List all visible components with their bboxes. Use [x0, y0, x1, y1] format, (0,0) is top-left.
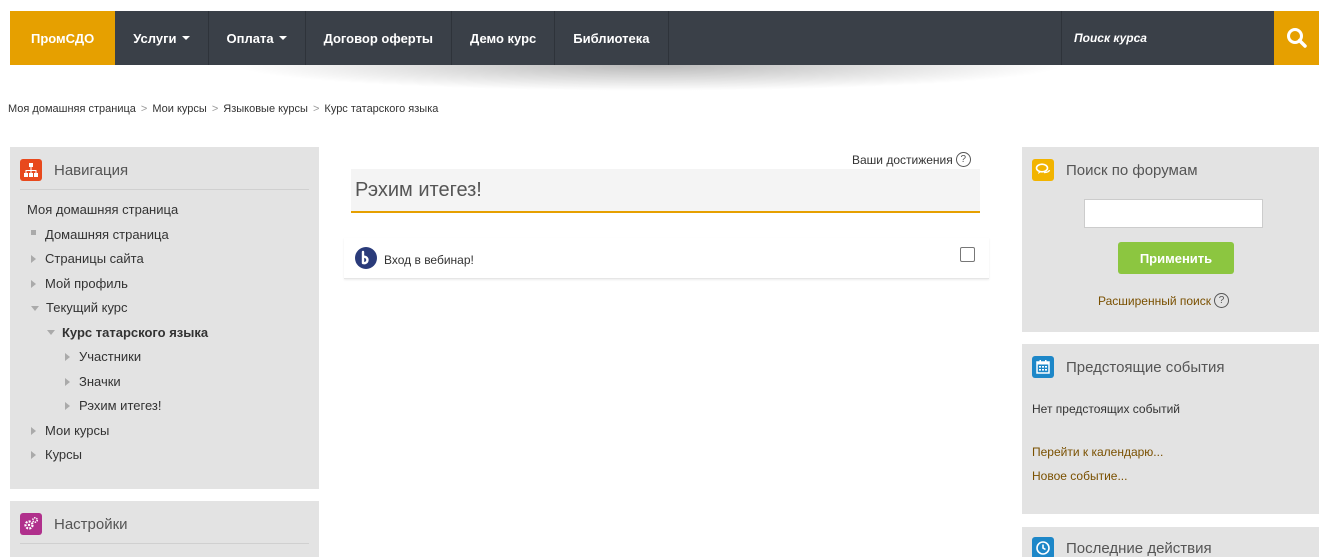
apply-button[interactable]: Применить: [1118, 242, 1234, 274]
breadcrumb-item[interactable]: Мои курсы: [152, 103, 206, 115]
clock-icon: [1032, 537, 1054, 557]
nav-tree-label: Значки: [79, 373, 121, 389]
advanced-search-link[interactable]: Расширенный поиск ?: [1098, 293, 1229, 308]
nav-tree-item[interactable]: Мои курсы: [27, 419, 319, 444]
collapse-arrow-icon: [47, 330, 55, 336]
chat-icon: [1032, 159, 1054, 181]
block-header: Последние действия: [1022, 527, 1319, 557]
nav-tree-item[interactable]: Рэхим итегез!: [27, 394, 319, 419]
nav-tree-label: Моя домашняя страница: [27, 202, 179, 217]
bigbluebutton-icon: [355, 247, 377, 269]
nav-tree-item[interactable]: Текущий курс: [27, 296, 319, 321]
expand-arrow-icon: [31, 426, 36, 435]
activity-link[interactable]: Вход в вебинар!: [384, 253, 474, 267]
block-title: Последние действия: [1066, 539, 1212, 557]
nav-item-dogovor[interactable]: Договор оферты: [306, 11, 453, 65]
search-icon: [1286, 28, 1307, 48]
nav-tree: Моя домашняя страница Домашняя страница …: [10, 190, 319, 468]
nav-tree-item-current-course[interactable]: Курс татарского языка: [27, 321, 319, 346]
new-event-link[interactable]: Новое событие...: [1032, 469, 1127, 483]
nav-tree-label: Мои курсы: [45, 422, 110, 438]
nav-tree-label: Рэхим итегез!: [79, 398, 162, 413]
nav-tree-label: Курсы: [45, 447, 83, 462]
nav-tree-item[interactable]: Участники: [27, 345, 319, 370]
breadcrumb: Моя домашняя страница > Мои курсы > Языковые…: [8, 103, 438, 115]
forum-search-input[interactable]: [1084, 199, 1263, 228]
nav-item-label: Оплата: [226, 30, 274, 46]
nav-tree-item[interactable]: Значки: [27, 370, 319, 395]
sitemap-icon: [20, 159, 42, 181]
caret-down-icon: [181, 36, 190, 40]
no-events-text: Нет предстоящих событий: [1032, 402, 1181, 416]
breadcrumb-separator: >: [312, 103, 320, 115]
nav-tree-label: Текущий курс: [46, 300, 128, 315]
nav-item-uslugi[interactable]: Услуги: [115, 11, 209, 65]
expand-arrow-icon: [65, 353, 70, 362]
activity-webinar[interactable]: Вход в вебинар!: [344, 238, 989, 279]
expand-arrow-icon: [65, 402, 70, 411]
course-search-input[interactable]: Поиск курса: [1061, 11, 1274, 65]
block-header: Настройки: [10, 501, 319, 543]
nav-tree-item[interactable]: Страницы сайта: [27, 247, 319, 272]
nav-item-oplata[interactable]: Оплата: [209, 11, 306, 65]
top-navbar: ПромСДО Услуги Оплата Договор оферты Дем…: [10, 11, 1319, 65]
settings-block: Настройки: [10, 501, 319, 557]
breadcrumb-separator: >: [140, 103, 148, 115]
block-header: Навигация: [10, 147, 319, 189]
nav-tree-label: Страницы сайта: [45, 251, 144, 266]
brand-link[interactable]: ПромСДО: [10, 11, 116, 65]
goto-calendar-link[interactable]: Перейти к календарю...: [1032, 445, 1163, 459]
block-title: Поиск по форумам: [1066, 161, 1198, 179]
nav-item-label: Услуги: [133, 30, 177, 46]
caret-down-icon: [278, 36, 287, 40]
breadcrumb-item[interactable]: Моя домашняя страница: [8, 103, 136, 115]
block-title: Навигация: [54, 161, 129, 179]
advanced-search-label: Расширенный поиск: [1098, 293, 1211, 308]
block-header: Предстоящие события: [1022, 344, 1319, 386]
navigation-block: Навигация Моя домашняя страница Домашняя…: [10, 147, 319, 489]
nav-tree-label: Курс татарского языка: [62, 324, 209, 340]
section-title: Рэхим итегез!: [351, 169, 980, 213]
expand-arrow-icon: [65, 377, 70, 386]
breadcrumb-item[interactable]: Языковые курсы: [223, 103, 308, 115]
expand-arrow-icon: [31, 255, 36, 264]
block-header: Поиск по форумам: [1022, 147, 1319, 189]
upcoming-events-block: Предстоящие события Нет предстоящих собы…: [1022, 344, 1319, 514]
achievements-label: Ваши достижения: [852, 152, 953, 167]
navbar-shadow: [200, 65, 1100, 93]
nav-tree-label: Участники: [79, 349, 142, 364]
nav-tree-item[interactable]: Моя домашняя страница: [27, 198, 319, 223]
completion-checkbox[interactable]: [960, 247, 975, 262]
expand-arrow-icon: [31, 279, 36, 288]
block-title: Настройки: [54, 515, 128, 533]
breadcrumb-item[interactable]: Курс татарского языка: [324, 103, 438, 115]
nav-tree-item[interactable]: Мой профиль: [27, 272, 319, 297]
achievements-link[interactable]: Ваши достижения ?: [852, 152, 971, 167]
nav-item-biblioteka[interactable]: Библиотека: [555, 11, 669, 65]
bullet-icon: [31, 230, 36, 236]
expand-arrow-icon: [31, 451, 36, 460]
forum-search-block: Поиск по форумам Применить Расширенный п…: [1022, 147, 1319, 332]
divider: [20, 543, 309, 544]
recent-activity-block: Последние действия: [1022, 527, 1319, 557]
help-icon[interactable]: ?: [955, 152, 971, 167]
nav-tree-label: Мой профиль: [45, 275, 128, 291]
nav-tree-item[interactable]: Курсы: [27, 443, 319, 468]
search-button[interactable]: [1274, 11, 1319, 65]
block-title: Предстоящие события: [1066, 358, 1225, 376]
calendar-icon: [1032, 356, 1054, 378]
nav-tree-label: Домашняя страница: [45, 226, 169, 242]
nav-tree-item[interactable]: Домашняя страница: [27, 223, 319, 248]
nav-item-demo[interactable]: Демо курс: [452, 11, 556, 65]
gears-icon: [20, 513, 42, 535]
collapse-arrow-icon: [31, 305, 39, 311]
help-icon[interactable]: ?: [1214, 293, 1229, 308]
breadcrumb-separator: >: [211, 103, 219, 115]
